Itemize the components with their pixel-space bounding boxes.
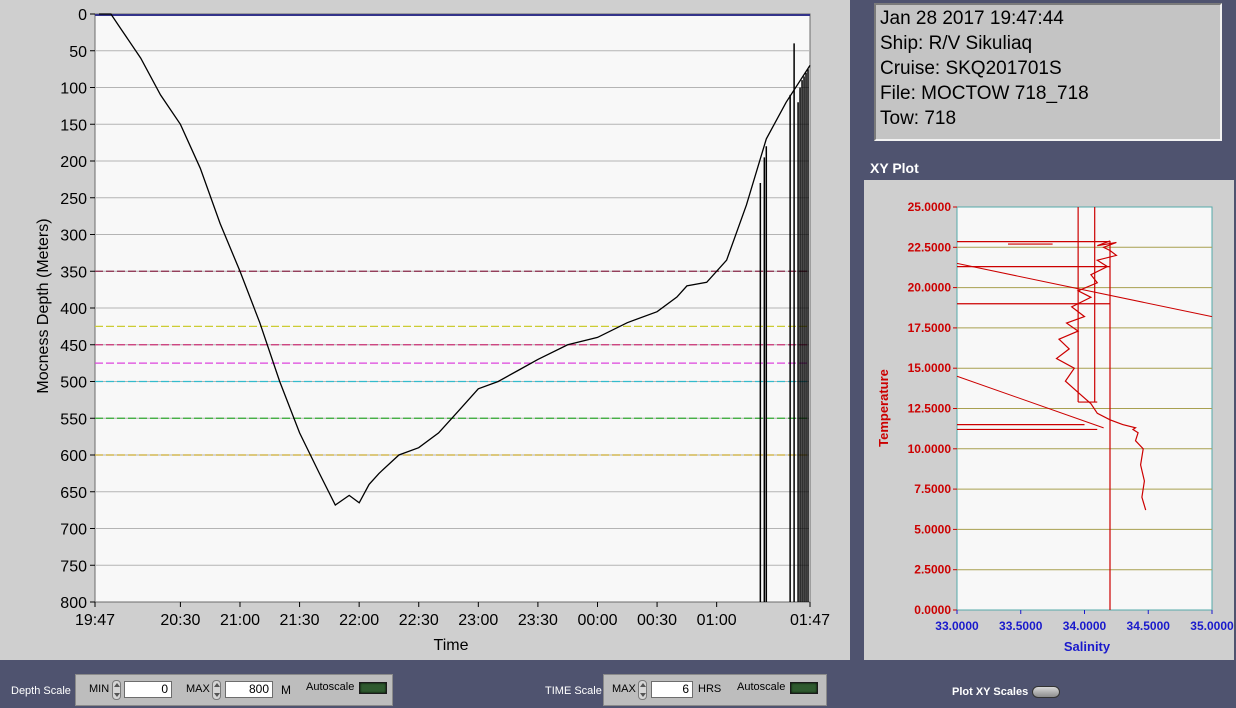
- depth-y-tick-label: 400: [60, 301, 87, 318]
- time-x-tick-label: 22:30: [399, 612, 439, 629]
- time-max-label: MAX: [612, 683, 636, 695]
- time-x-tick-label: 20:30: [160, 612, 200, 629]
- xy-chart: 0.0000 2.5000 5.0000 7.5000 10.0000 12.5000 15…: [876, 200, 1234, 654]
- depth-min-input[interactable]: 0: [124, 681, 172, 698]
- depth-chart-panel: 0 50 100 150 200 250 300 350 400 450 500 550 600 650 7…: [0, 0, 850, 660]
- depth-axis-label: Mocness Depth (Meters): [35, 218, 52, 393]
- depth-min-label: MIN: [89, 683, 110, 695]
- depth-autoscale-led[interactable]: [359, 682, 387, 694]
- ship-text: Ship: R/V Sikuliaq: [880, 33, 1033, 54]
- time-x-tick-label: 23:00: [458, 612, 498, 629]
- temperature-tick-label: 12.5000: [908, 402, 952, 416]
- xy-plot-panel: 0.0000 2.5000 5.0000 7.5000 10.0000 12.5000 15…: [864, 180, 1234, 660]
- temperature-tick-label: 2.5000: [914, 563, 951, 577]
- depth-scale-label: Depth Scale: [11, 685, 71, 697]
- depth-y-tick-label: 250: [60, 191, 87, 208]
- salinity-tick-label: 35.0000: [1190, 619, 1234, 633]
- time-autoscale-label: Autoscale: [737, 681, 786, 693]
- salinity-tick-label: 33.0000: [935, 619, 979, 633]
- time-x-tick-label: 19:47: [75, 612, 115, 629]
- time-autoscale-led[interactable]: [790, 682, 818, 694]
- plot-xy-scales-toggle[interactable]: [1032, 686, 1060, 698]
- salinity-tick-label: 34.0000: [1063, 619, 1107, 633]
- time-x-tick-label: 00:30: [637, 612, 677, 629]
- depth-y-tick-label: 500: [60, 375, 87, 392]
- xy-plot-title: XY Plot: [870, 160, 919, 176]
- depth-y-tick-label: 0: [78, 7, 87, 24]
- temperature-tick-label: 25.0000: [908, 200, 952, 214]
- salinity-tick-label: 34.5000: [1127, 619, 1171, 633]
- time-scale-group: MAX 6 HRS Autoscale: [603, 674, 827, 706]
- time-x-tick-label: 01:00: [697, 612, 737, 629]
- depth-y-tick-label: 150: [60, 117, 87, 134]
- depth-max-label: MAX: [186, 683, 210, 695]
- temperature-tick-label: 20.0000: [908, 281, 952, 295]
- temperature-tick-label: 15.0000: [908, 361, 952, 375]
- depth-y-tick-label: 350: [60, 264, 87, 281]
- temperature-tick-label: 10.0000: [908, 442, 952, 456]
- depth-min-spinner[interactable]: [112, 680, 121, 700]
- cruise-info-box: Jan 28 2017 19:47:44 Ship: R/V Sikuliaq …: [874, 3, 1222, 141]
- temperature-tick-label: 7.5000: [914, 482, 951, 496]
- depth-unit-label: M: [281, 683, 291, 697]
- datetime-text: Jan 28 2017 19:47:44: [880, 8, 1064, 29]
- tow-text: Tow: 718: [880, 108, 957, 129]
- depth-y-tick-label: 750: [60, 558, 87, 575]
- depth-y-tick-label: 800: [60, 595, 87, 612]
- time-x-tick-label: 21:30: [280, 612, 320, 629]
- time-scale-label: TIME Scale: [545, 685, 602, 697]
- salinity-tick-label: 33.5000: [999, 619, 1043, 633]
- depth-y-tick-label: 200: [60, 154, 87, 171]
- depth-max-spinner[interactable]: [212, 680, 221, 700]
- depth-y-tick-label: 650: [60, 485, 87, 502]
- time-axis-label: Time: [434, 637, 469, 654]
- depth-y-tick-label: 600: [60, 448, 87, 465]
- bottom-control-bar: Depth Scale MIN 0 MAX 800 M Autoscale TI…: [0, 660, 1236, 708]
- time-x-tick-label: 22:00: [339, 612, 379, 629]
- depth-autoscale-label: Autoscale: [306, 681, 355, 693]
- temperature-tick-label: 0.0000: [914, 603, 951, 617]
- temperature-tick-label: 17.5000: [908, 321, 952, 335]
- file-text: File: MOCTOW 718_718: [880, 83, 1089, 104]
- depth-chart: 0 50 100 150 200 250 300 350 400 450 500 550 600 650 7…: [35, 7, 830, 654]
- depth-y-tick-label: 300: [60, 228, 87, 245]
- depth-max-input[interactable]: 800: [225, 681, 273, 698]
- time-x-tick-label: 23:30: [518, 612, 558, 629]
- time-x-tick-label: 00:00: [577, 612, 617, 629]
- depth-y-tick-label: 550: [60, 411, 87, 428]
- depth-y-tick-label: 700: [60, 522, 87, 539]
- time-x-tick-label: 01:47: [790, 612, 830, 629]
- temperature-tick-label: 22.5000: [908, 240, 952, 254]
- plot-xy-scales-label: Plot XY Scales: [952, 686, 1029, 698]
- depth-y-tick-label: 100: [60, 81, 87, 98]
- depth-scale-group: MIN 0 MAX 800 M Autoscale: [75, 674, 393, 706]
- time-max-spinner[interactable]: [638, 680, 647, 700]
- depth-y-tick-label: 50: [69, 44, 87, 61]
- time-x-tick-label: 21:00: [220, 612, 260, 629]
- salinity-axis-label: Salinity: [1064, 639, 1111, 654]
- cruise-text: Cruise: SKQ201701S: [880, 58, 1062, 79]
- temperature-tick-label: 5.0000: [914, 522, 951, 536]
- time-max-input[interactable]: 6: [651, 681, 693, 698]
- depth-y-tick-label: 450: [60, 338, 87, 355]
- time-unit-label: HRS: [698, 683, 722, 695]
- temperature-axis-label: Temperature: [876, 369, 891, 447]
